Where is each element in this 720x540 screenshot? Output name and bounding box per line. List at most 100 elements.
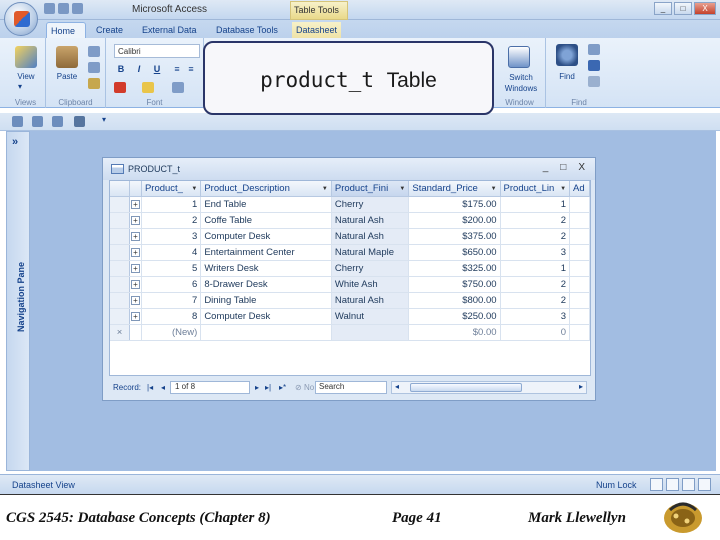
column-header-ad[interactable]: Ad <box>569 181 590 197</box>
find-button[interactable]: Find <box>554 72 580 81</box>
office-button[interactable] <box>4 2 38 36</box>
cell-description[interactable]: 8-Drawer Desk <box>200 276 332 293</box>
cell-price[interactable]: $175.00 <box>408 196 501 213</box>
cell-ad[interactable] <box>569 212 590 229</box>
cell-ad[interactable] <box>569 260 590 277</box>
customize-icon[interactable] <box>74 116 85 127</box>
cell-description[interactable]: Computer Desk <box>200 228 332 245</box>
column-header-description[interactable]: Product_Description ▼ <box>200 181 332 197</box>
table-row[interactable]: + 5 Writers Desk Cherry $325.00 1 <box>110 260 590 277</box>
cell-price[interactable]: $650.00 <box>408 244 501 261</box>
table-maximize-button[interactable]: □ <box>560 162 566 173</box>
view-icon[interactable] <box>15 46 37 68</box>
previous-record-button[interactable]: ◂ <box>161 382 165 394</box>
maximize-button[interactable]: □ <box>674 2 692 15</box>
switch-windows-icon[interactable] <box>508 46 530 68</box>
copy-icon[interactable] <box>88 62 100 73</box>
cell-product-line[interactable]: 1 <box>500 196 571 213</box>
close-button[interactable]: X <box>694 2 716 15</box>
table-row[interactable]: + 8 Computer Desk Walnut $250.00 3 <box>110 308 590 325</box>
cell-finish[interactable] <box>331 324 410 341</box>
select-all-corner[interactable] <box>110 181 130 197</box>
table-row[interactable]: + 7 Dining Table Natural Ash $800.00 2 <box>110 292 590 309</box>
align-center-icon[interactable]: ≡ <box>184 62 198 76</box>
navigation-pane[interactable]: » Navigation Pane <box>6 131 30 471</box>
cell-product-line[interactable]: 2 <box>500 292 571 309</box>
table-row[interactable]: + 6 8-Drawer Desk White Ash $750.00 2 <box>110 276 590 293</box>
next-record-button[interactable]: ▸ <box>255 382 259 394</box>
save-icon[interactable] <box>44 3 55 14</box>
cell-description[interactable]: Entertainment Center <box>200 244 332 261</box>
cell-product-line[interactable]: 1 <box>500 260 571 277</box>
goto-icon[interactable] <box>588 60 600 71</box>
tab-datasheet[interactable]: Datasheet <box>292 22 342 38</box>
view-button[interactable]: View <box>10 72 42 81</box>
cell-ad[interactable] <box>569 308 590 325</box>
row-selector[interactable] <box>110 228 130 245</box>
cell-product-line[interactable]: 2 <box>500 212 571 229</box>
cell-product-id[interactable]: 1 <box>141 196 202 213</box>
column-header-product-line[interactable]: Product_Lin ▼ <box>500 181 571 197</box>
scroll-right-icon[interactable]: ▸ <box>579 382 583 391</box>
table-row[interactable]: + 3 Computer Desk Natural Ash $375.00 2 <box>110 228 590 245</box>
cell-finish[interactable]: Natural Maple <box>331 244 410 261</box>
paste-button[interactable]: Paste <box>52 72 82 81</box>
save-icon[interactable] <box>12 116 23 127</box>
cell-finish[interactable]: Cherry <box>331 196 410 213</box>
font-name-select[interactable]: Calibri <box>114 44 200 58</box>
format-painter-icon[interactable] <box>88 78 100 89</box>
row-selector[interactable] <box>110 308 130 325</box>
minimize-button[interactable]: _ <box>654 2 672 15</box>
switch-windows-button[interactable]: Switch Windows <box>496 72 546 94</box>
column-header-standard-price[interactable]: Standard_Price ▼ <box>408 181 501 197</box>
cell-ad[interactable] <box>569 276 590 293</box>
first-record-button[interactable]: |◂ <box>147 382 153 394</box>
new-record-button[interactable]: ▸* <box>279 382 286 394</box>
cell-finish[interactable]: Natural Ash <box>331 292 410 309</box>
cell-product-id[interactable]: 6 <box>141 276 202 293</box>
cell-ad[interactable] <box>569 244 590 261</box>
cell-description[interactable]: Dining Table <box>200 292 332 309</box>
table-minimize-button[interactable]: _ <box>543 162 549 173</box>
italic-button[interactable]: I <box>132 62 146 76</box>
gridlines-icon[interactable] <box>172 82 184 93</box>
cell-description[interactable]: Writers Desk <box>200 260 332 277</box>
cell-finish[interactable]: Walnut <box>331 308 410 325</box>
new-record-row[interactable]: × (New) $0.00 0 <box>110 324 590 341</box>
cell-price[interactable]: $375.00 <box>408 228 501 245</box>
cell-new-label[interactable]: (New) <box>141 324 202 341</box>
cell-product-line[interactable]: 0 <box>500 324 571 341</box>
table-row[interactable]: + 1 End Table Cherry $175.00 1 <box>110 196 590 213</box>
row-selector[interactable] <box>110 292 130 309</box>
cell-ad[interactable] <box>569 228 590 245</box>
record-position-field[interactable]: 1 of 8 <box>170 381 250 394</box>
undo-icon[interactable] <box>32 116 43 127</box>
replace-icon[interactable] <box>588 44 600 55</box>
cell-price[interactable]: $750.00 <box>408 276 501 293</box>
scrollbar-thumb[interactable] <box>410 383 522 392</box>
cell-ad[interactable] <box>569 292 590 309</box>
cell-description[interactable]: End Table <box>200 196 332 213</box>
underline-button[interactable]: U <box>150 62 164 76</box>
cell-price[interactable]: $200.00 <box>408 212 501 229</box>
last-record-button[interactable]: ▸| <box>265 382 271 394</box>
font-color-icon[interactable] <box>114 82 126 93</box>
column-header-finish[interactable]: Product_Fini ▼ <box>331 181 410 197</box>
cell-product-id[interactable]: 7 <box>141 292 202 309</box>
align-left-icon[interactable]: ≡ <box>170 62 184 76</box>
cell-ad[interactable] <box>569 196 590 213</box>
cell-finish[interactable]: Natural Ash <box>331 228 410 245</box>
cell-product-id[interactable]: 8 <box>141 308 202 325</box>
pivot-table-view-icon[interactable] <box>666 478 679 491</box>
horizontal-scrollbar[interactable]: ◂ ▸ <box>391 381 587 394</box>
cell-product-line[interactable]: 2 <box>500 228 571 245</box>
cell-product-id[interactable]: 4 <box>141 244 202 261</box>
cell-finish[interactable]: Natural Ash <box>331 212 410 229</box>
bold-button[interactable]: B <box>114 62 128 76</box>
expand-chevron-icon[interactable]: » <box>12 136 18 148</box>
design-view-icon[interactable] <box>698 478 711 491</box>
fill-color-icon[interactable] <box>142 82 154 93</box>
new-row-selector[interactable]: × <box>110 324 130 341</box>
scroll-left-icon[interactable]: ◂ <box>395 382 399 391</box>
cell-description[interactable]: Coffe Table <box>200 212 332 229</box>
